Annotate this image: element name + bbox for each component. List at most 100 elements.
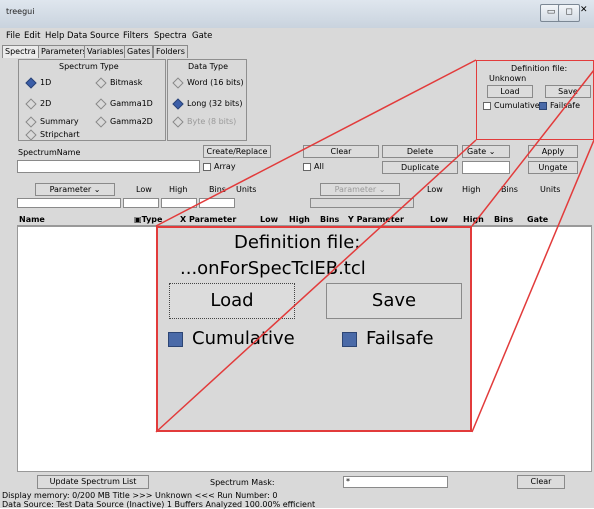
minimize-icon: ▭: [546, 7, 556, 17]
definition-file-name: Unknown: [489, 74, 527, 83]
col-y-parameter[interactable]: Y Parameter: [348, 215, 404, 224]
load-button-small[interactable]: Load: [487, 85, 533, 98]
col-x-high[interactable]: High: [289, 215, 310, 224]
col-name[interactable]: Name: [19, 215, 45, 224]
radio-1d[interactable]: 1D: [25, 76, 51, 89]
tab-variables[interactable]: Variables: [84, 45, 127, 58]
status-line-memory: Display memory: 0/200 MB Title >>> Unkno…: [2, 491, 278, 500]
radio-indicator: [95, 115, 107, 128]
x-parameter-dropdown[interactable]: Parameter ⌄: [35, 183, 115, 196]
cumulative-checkbox-small[interactable]: Cumulative: [483, 101, 540, 110]
x-parameter-input[interactable]: [17, 198, 121, 208]
menu-bar: File Edit Help Data Source Filters Spect…: [0, 28, 594, 43]
clear-button[interactable]: Clear: [303, 145, 379, 158]
save-button[interactable]: Save: [326, 283, 462, 319]
gate-input[interactable]: [462, 161, 510, 174]
tab-folders[interactable]: Folders: [153, 45, 188, 58]
radio-word[interactable]: Word (16 bits): [172, 76, 244, 89]
apply-button[interactable]: Apply: [528, 145, 578, 158]
y-low-label: Low: [427, 185, 443, 194]
spectrum-mask-input[interactable]: *: [343, 476, 448, 488]
menu-filters[interactable]: Filters: [123, 31, 148, 41]
radio-indicator: [95, 76, 107, 89]
x-bins-label: Bins: [209, 185, 226, 194]
failsafe-checkbox-small[interactable]: Failsafe: [539, 101, 580, 110]
col-type[interactable]: ▣Type: [134, 215, 162, 224]
array-checkbox[interactable]: Array: [203, 162, 236, 171]
radio-gamma1d[interactable]: Gamma1D: [95, 97, 153, 110]
radio-2d[interactable]: 2D: [25, 97, 51, 110]
spectrum-mask-label: Spectrum Mask:: [210, 478, 275, 487]
y-units-label: Units: [540, 185, 561, 194]
col-y-high[interactable]: High: [463, 215, 484, 224]
tab-gates[interactable]: Gates: [124, 45, 154, 58]
create-replace-button[interactable]: Create/Replace: [203, 145, 271, 158]
ungate-button[interactable]: Ungate: [528, 161, 578, 174]
mask-clear-button[interactable]: Clear: [517, 475, 565, 489]
radio-indicator: [25, 97, 37, 110]
table-header: Name ▣Type X Parameter Low High Bins Y P…: [17, 213, 592, 226]
maximize-button[interactable]: ◻: [558, 4, 580, 22]
spectrum-name-input[interactable]: [17, 160, 200, 173]
checkbox-indicator: [539, 101, 547, 110]
definition-file-zoom: Definition file: ...onForSpecTclEB.tcl L…: [156, 226, 472, 432]
menu-help[interactable]: Help: [45, 31, 64, 41]
duplicate-button[interactable]: Duplicate: [382, 161, 458, 174]
chevron-down-icon: ⌄: [488, 147, 496, 156]
update-spectrum-list-button[interactable]: Update Spectrum List: [37, 475, 149, 489]
spectrum-type-group: Spectrum Type 1D Bitmask 2D Gamma1D Summ…: [18, 59, 166, 141]
radio-indicator: [172, 115, 184, 128]
checkbox-indicator: [168, 331, 183, 347]
close-button[interactable]: ✕: [580, 5, 588, 15]
radio-stripchart[interactable]: Stripchart: [25, 128, 80, 141]
menu-file[interactable]: File: [6, 31, 20, 41]
col-y-bins[interactable]: Bins: [494, 215, 513, 224]
col-x-low[interactable]: Low: [260, 215, 278, 224]
radio-bitmask[interactable]: Bitmask: [95, 76, 142, 89]
tab-spectra[interactable]: Spectra: [2, 45, 39, 58]
gate-dropdown[interactable]: Gate ⌄: [462, 145, 510, 158]
chevron-down-icon: ⌄: [378, 185, 386, 194]
radio-summary[interactable]: Summary: [25, 115, 79, 128]
menu-data-source[interactable]: Data Source: [67, 31, 119, 41]
col-x-parameter[interactable]: X Parameter: [180, 215, 236, 224]
definition-file-highlight: Definition file: Unknown Load Save Cumul…: [476, 60, 594, 140]
menu-gate[interactable]: Gate: [192, 31, 212, 41]
x-low-input[interactable]: [123, 198, 159, 208]
save-button-small[interactable]: Save: [545, 85, 591, 98]
radio-gamma2d[interactable]: Gamma2D: [95, 115, 153, 128]
cumulative-checkbox[interactable]: Cumulative: [168, 328, 295, 349]
radio-indicator: [172, 97, 184, 110]
radio-byte: Byte (8 bits): [172, 115, 236, 128]
radio-indicator: [25, 115, 37, 128]
data-type-group: Data Type Word (16 bits) Long (32 bits) …: [167, 59, 247, 141]
radio-indicator: [25, 128, 37, 141]
x-high-label: High: [169, 185, 188, 194]
all-checkbox[interactable]: All: [303, 162, 324, 171]
load-button[interactable]: Load: [169, 283, 295, 319]
radio-indicator: [95, 97, 107, 110]
delete-button[interactable]: Delete: [382, 145, 458, 158]
y-high-label: High: [462, 185, 481, 194]
col-gate[interactable]: Gate: [527, 215, 548, 224]
radio-long[interactable]: Long (32 bits): [172, 97, 242, 110]
x-units-label: Units: [236, 185, 257, 194]
definition-file-title: Definition file:: [511, 64, 568, 73]
col-y-low[interactable]: Low: [430, 215, 448, 224]
y-bins-label: Bins: [501, 185, 518, 194]
x-high-input[interactable]: [161, 198, 197, 208]
checkbox-indicator: [483, 101, 491, 110]
title-bar: treegui ▭ ◻ ✕: [0, 0, 594, 29]
x-bins-input[interactable]: [199, 198, 235, 208]
checkbox-indicator: [303, 162, 311, 171]
failsafe-checkbox[interactable]: Failsafe: [342, 328, 434, 349]
radio-indicator: [25, 76, 37, 89]
x-low-label: Low: [136, 185, 152, 194]
menu-spectra[interactable]: Spectra: [154, 31, 187, 41]
spectrum-type-title: Spectrum Type: [59, 62, 119, 71]
tab-parameters[interactable]: Parameters: [38, 45, 90, 58]
col-x-bins[interactable]: Bins: [320, 215, 339, 224]
chevron-down-icon: ⌄: [93, 185, 101, 194]
menu-edit[interactable]: Edit: [24, 31, 40, 41]
zoom-definition-file: ...onForSpecTclEB.tcl: [180, 258, 366, 279]
